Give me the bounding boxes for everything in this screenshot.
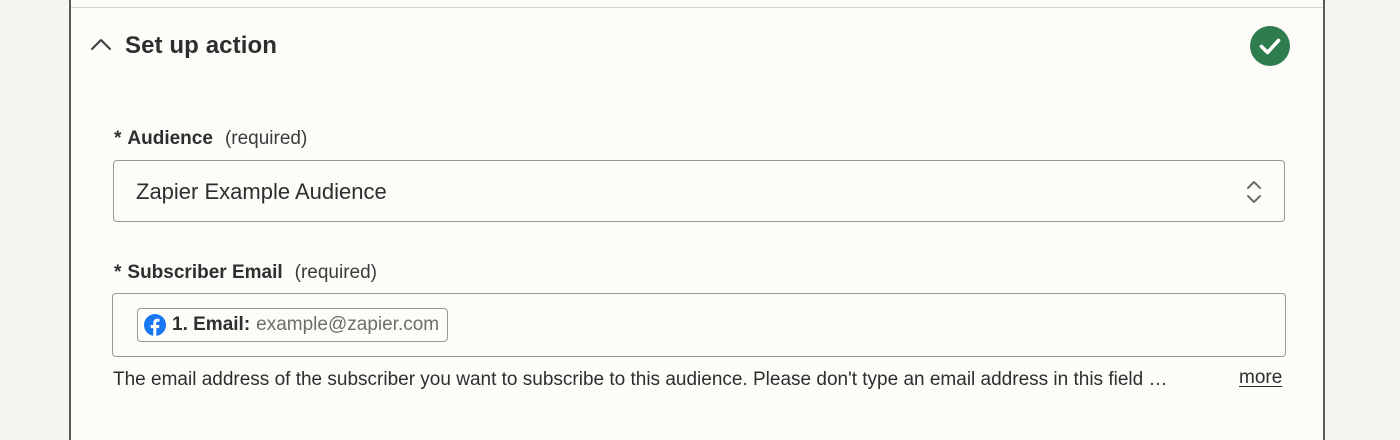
required-marker: * <box>114 128 122 149</box>
section-header[interactable]: Set up action <box>71 8 1323 84</box>
subscriber-email-label: * Subscriber Email (required) <box>114 262 377 284</box>
chevron-up-icon[interactable] <box>90 34 112 56</box>
mapped-field-pill[interactable]: 1. Email: example@zapier.com <box>137 308 449 342</box>
required-text: (required) <box>294 262 378 283</box>
select-arrows-icon <box>1244 178 1264 206</box>
section-title: Set up action <box>125 32 277 59</box>
pill-value: example@zapier.com <box>256 314 440 335</box>
required-marker: * <box>114 262 122 283</box>
audience-select-value: Zapier Example Audience <box>136 179 387 204</box>
check-icon <box>1250 26 1290 66</box>
field-name: Subscriber Email <box>127 262 283 283</box>
facebook-icon <box>144 314 166 336</box>
pill-label: 1. Email: <box>172 314 251 335</box>
required-text: (required) <box>224 128 308 149</box>
field-name: Audience <box>127 128 213 149</box>
audience-select[interactable]: Zapier Example Audience <box>113 160 1285 222</box>
help-text: The email address of the subscriber you … <box>113 369 1176 390</box>
action-panel: Set up action * Audience (required) Zapier… <box>69 0 1325 440</box>
audience-label: * Audience (required) <box>114 128 307 150</box>
subscriber-email-field[interactable]: 1. Email: example@zapier.com <box>112 293 1286 357</box>
more-link[interactable]: more <box>1239 367 1282 389</box>
